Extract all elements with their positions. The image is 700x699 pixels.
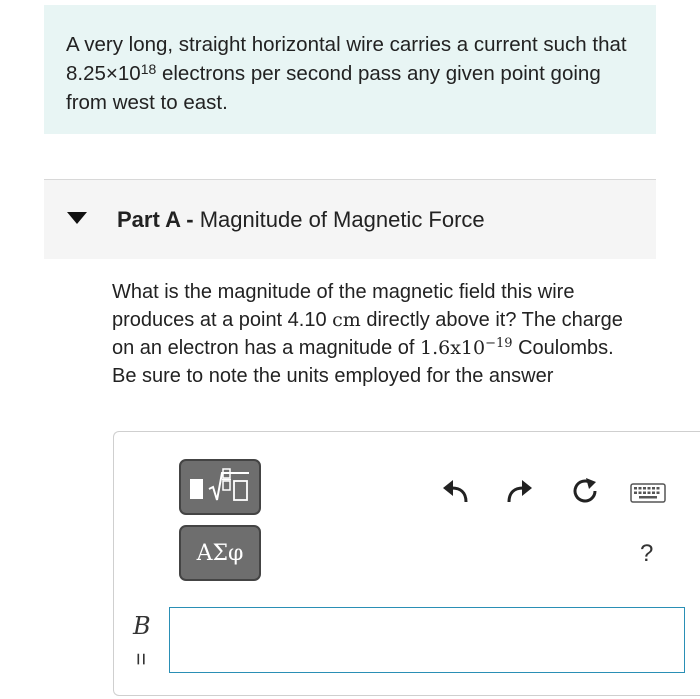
- part-title: Part A - Magnitude of Magnetic Force: [117, 207, 485, 233]
- answer-input[interactable]: [169, 607, 685, 673]
- answer-variable-label: B: [133, 612, 151, 640]
- reset-icon[interactable]: [570, 476, 600, 506]
- unit-cm: cm: [332, 309, 361, 331]
- part-a-header[interactable]: Part A - Magnitude of Magnetic Force: [44, 179, 656, 259]
- charge-base: 1.6x10: [420, 337, 486, 359]
- problem-intro: A very long, straight horizontal wire ca…: [44, 5, 656, 134]
- charge-exponent: −19: [485, 336, 513, 351]
- charge-value: 1.6x10−19: [420, 336, 513, 359]
- equals-sign: =: [128, 652, 154, 666]
- intro-exponent: 18: [140, 61, 157, 77]
- undo-icon[interactable]: [440, 476, 470, 506]
- help-icon[interactable]: ?: [640, 540, 653, 568]
- keyboard-icon[interactable]: [630, 481, 666, 505]
- part-label: Part A -: [117, 207, 194, 232]
- question-text: What is the magnitude of the magnetic fi…: [112, 278, 632, 390]
- templates-button[interactable]: [179, 459, 261, 515]
- symbols-button[interactable]: ΑΣφ: [179, 525, 261, 581]
- templates-icon: [190, 468, 249, 501]
- collapse-caret-icon[interactable]: [67, 212, 87, 224]
- redo-icon[interactable]: [505, 476, 535, 506]
- part-title-text: Magnitude of Magnetic Force: [199, 207, 485, 232]
